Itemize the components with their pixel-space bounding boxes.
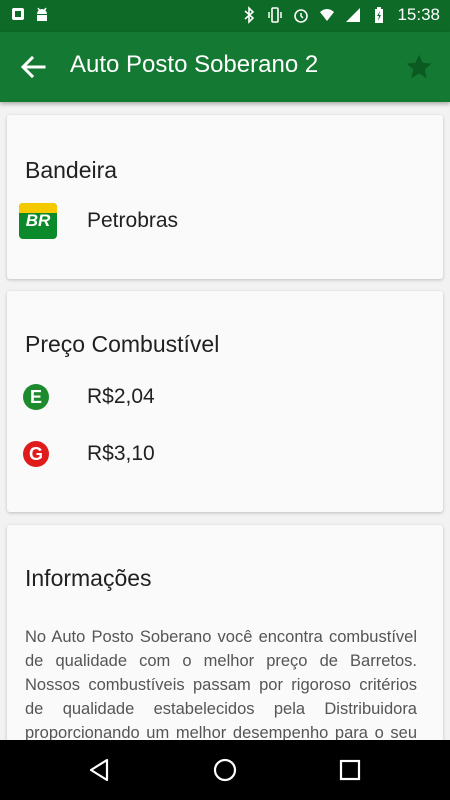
info-card: Informações No Auto Posto Soberano você … — [7, 525, 443, 740]
status-time: 15:38 — [397, 5, 440, 24]
ethanol-badge-icon: E — [23, 384, 49, 410]
content-scroll[interactable]: Bandeira BR Petrobras Preço Combustível … — [0, 102, 450, 740]
price-row-gasoline: G R$3,10 — [19, 434, 439, 474]
battery-icon — [375, 7, 384, 23]
signal-icon — [346, 8, 361, 22]
arrow-left-icon[interactable] — [18, 52, 50, 82]
price-row-ethanol: E R$2,04 — [19, 377, 439, 417]
vibrate-icon — [268, 7, 283, 23]
ethanol-price: R$2,04 — [87, 385, 155, 408]
flag-card: Bandeira BR Petrobras — [7, 115, 443, 279]
info-text: No Auto Posto Soberano você encontra com… — [25, 628, 417, 740]
home-nav-icon[interactable] — [210, 755, 240, 785]
android-icon — [37, 7, 47, 21]
price-heading: Preço Combustível — [25, 331, 220, 357]
gasoline-badge-icon: G — [23, 441, 49, 467]
brand-name: Petrobras — [87, 209, 179, 232]
back-nav-icon[interactable] — [85, 755, 115, 785]
flag-heading: Bandeira — [25, 157, 118, 183]
page-title: Auto Posto Soberano 2 — [70, 51, 319, 78]
petrobras-logo: BR — [19, 203, 57, 239]
nav-bar — [0, 740, 450, 800]
notification-icon — [12, 8, 24, 20]
info-heading: Informações — [25, 565, 152, 591]
wifi-icon — [320, 9, 335, 21]
status-bar: 15:38 — [0, 0, 450, 32]
bluetooth-icon — [244, 6, 255, 24]
star-icon[interactable] — [404, 52, 434, 82]
app-bar: Auto Posto Soberano 2 — [0, 32, 450, 102]
recents-nav-icon[interactable] — [335, 755, 365, 785]
alarm-icon — [294, 9, 309, 23]
gasoline-price: R$3,10 — [87, 442, 155, 465]
brand-row: BR Petrobras — [19, 201, 439, 241]
price-card: Preço Combustível E R$2,04 G R$3,10 — [7, 291, 443, 512]
